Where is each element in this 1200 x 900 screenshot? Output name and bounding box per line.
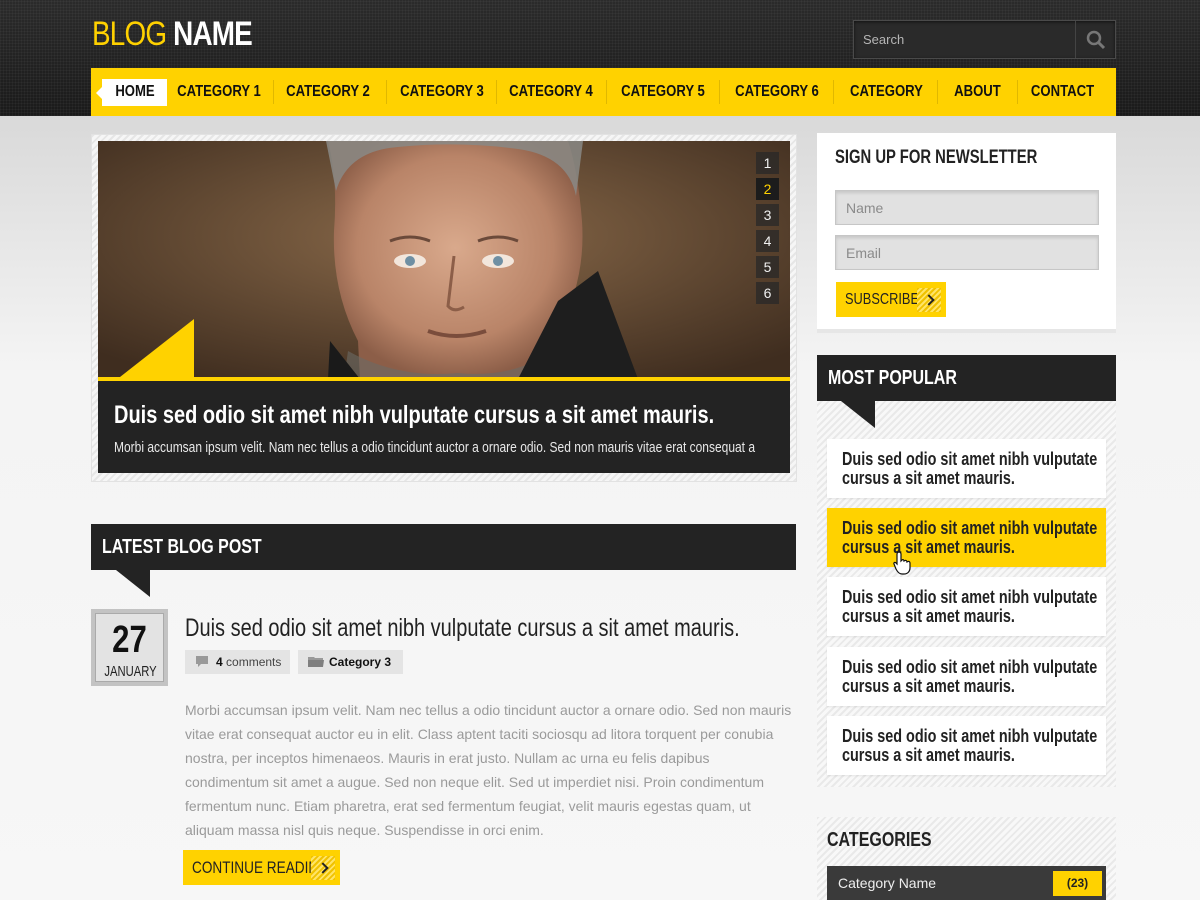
- chevron-right-icon: [917, 288, 941, 312]
- nav-item-home[interactable]: HOME: [102, 68, 167, 116]
- popular-item-title: Duis sed odio sit amet nibh vulputate cu…: [842, 587, 1098, 626]
- search-button[interactable]: [1075, 21, 1115, 58]
- popular-item[interactable]: Duis sed odio sit amet nibh vulputate cu…: [827, 439, 1106, 498]
- comments-label: comments: [226, 655, 282, 669]
- slide-caption-title[interactable]: Duis sed odio sit amet nibh vulputate cu…: [114, 401, 714, 430]
- main-nav: HOME CATEGORY 1 CATEGORY 2 CATEGORY 3 CA…: [91, 68, 1116, 116]
- category-row[interactable]: Category Name (23): [827, 866, 1106, 900]
- post-date-inner: 27 JANUARY: [95, 613, 164, 682]
- category-link[interactable]: Category 3: [298, 650, 403, 674]
- popular-item[interactable]: Duis sed odio sit amet nibh vulputate cu…: [827, 508, 1106, 567]
- search-input[interactable]: [854, 21, 1076, 58]
- header-pointer: [116, 570, 150, 597]
- nav-label: CATEGORY: [849, 83, 923, 100]
- newsletter-title: SIGN UP FOR NEWSLETTER: [835, 147, 1038, 168]
- nav-label: CONTACT: [1031, 83, 1095, 100]
- site-logo[interactable]: BLOG NAME: [92, 14, 253, 54]
- nav-item-category-2[interactable]: CATEGORY 2: [283, 68, 373, 116]
- popular-item-title: Duis sed odio sit amet nibh vulputate cu…: [842, 449, 1098, 488]
- nav-separator: [937, 80, 938, 104]
- nav-label: CATEGORY 3: [400, 83, 484, 100]
- nav-label: ABOUT: [953, 83, 1001, 100]
- newsletter-widget: SIGN UP FOR NEWSLETTER SUBSCRIBE: [817, 133, 1116, 333]
- nav-item-about[interactable]: ABOUT: [947, 68, 1007, 116]
- nav-item-category-6[interactable]: CATEGORY 6: [732, 68, 822, 116]
- categories-title: CATEGORIES: [827, 829, 932, 851]
- slider-page-1[interactable]: 1: [756, 152, 779, 174]
- nav-item-contact[interactable]: CONTACT: [1027, 68, 1099, 116]
- post-date: 27 JANUARY: [91, 609, 168, 686]
- comments-count: 4: [216, 655, 223, 669]
- most-popular-title: MOST POPULAR: [828, 367, 957, 389]
- nav-item-category-1[interactable]: CATEGORY 1: [175, 68, 262, 116]
- popular-item-title: Duis sed odio sit amet nibh vulputate cu…: [842, 726, 1098, 765]
- logo-blog-text: BLOG: [92, 15, 167, 53]
- nav-label: HOME: [114, 83, 155, 100]
- popular-item[interactable]: Duis sed odio sit amet nibh vulputate cu…: [827, 577, 1106, 636]
- nav-separator: [386, 80, 387, 104]
- slide-flag-decoration: [120, 319, 194, 377]
- nav-label: CATEGORY 6: [735, 83, 819, 100]
- folder-icon: [308, 657, 324, 667]
- nav-separator: [1017, 80, 1018, 104]
- slider-page-2[interactable]: 2: [756, 178, 779, 200]
- nav-label: CATEGORY 5: [621, 83, 705, 100]
- nav-item-category[interactable]: CATEGORY: [846, 68, 926, 116]
- nav-separator: [833, 80, 834, 104]
- email-field[interactable]: [835, 235, 1099, 270]
- logo-name-text: NAME: [173, 15, 253, 53]
- categories-widget: CATEGORIES Category Name (23): [817, 817, 1116, 900]
- nav-item-category-5[interactable]: CATEGORY 5: [618, 68, 708, 116]
- popular-item-title: Duis sed odio sit amet nibh vulputate cu…: [842, 518, 1098, 557]
- name-field[interactable]: [835, 190, 1099, 225]
- category-text: Category 3: [329, 650, 391, 674]
- popular-item[interactable]: Duis sed odio sit amet nibh vulputate cu…: [827, 647, 1106, 706]
- comment-icon: [196, 656, 208, 667]
- subscribe-button[interactable]: SUBSCRIBE: [836, 282, 946, 317]
- continue-reading-button[interactable]: CONTINUE READING: [183, 850, 340, 885]
- nav-item-category-3[interactable]: CATEGORY 3: [397, 68, 487, 116]
- post-excerpt: Morbi accumsan ipsum velit. Nam nec tell…: [185, 702, 792, 838]
- popular-item[interactable]: Duis sed odio sit amet nibh vulputate cu…: [827, 716, 1106, 775]
- latest-post-header: LATEST BLOG POST: [91, 524, 796, 570]
- nav-separator: [719, 80, 720, 104]
- continue-reading-label: CONTINUE READING: [192, 858, 329, 877]
- nav-separator: [496, 80, 497, 104]
- post-date-month: JANUARY: [104, 663, 157, 680]
- slider-page-3[interactable]: 3: [756, 204, 779, 226]
- nav-separator: [273, 80, 274, 104]
- search-icon: [1086, 30, 1106, 50]
- slide-image[interactable]: [98, 141, 790, 379]
- most-popular-header: MOST POPULAR: [817, 355, 1116, 401]
- latest-post-title: LATEST BLOG POST: [102, 536, 262, 558]
- popular-item-title: Duis sed odio sit amet nibh vulputate cu…: [842, 657, 1098, 696]
- post-date-day: 27: [112, 619, 147, 661]
- slider-page-6[interactable]: 6: [756, 282, 779, 304]
- nav-item-category-4[interactable]: CATEGORY 4: [506, 68, 596, 116]
- slider-page-4[interactable]: 4: [756, 230, 779, 252]
- comments-text: 4 comments: [216, 650, 281, 674]
- slider-page-5[interactable]: 5: [756, 256, 779, 278]
- category-count-badge: (23): [1053, 871, 1102, 896]
- portrait-photo: [98, 141, 790, 379]
- comments-link[interactable]: 4 comments: [185, 650, 290, 674]
- slide-caption: Duis sed odio sit amet nibh vulputate cu…: [98, 381, 790, 473]
- nav-separator: [606, 80, 607, 104]
- nav-label: CATEGORY 4: [509, 83, 593, 100]
- category-label: Category 3: [329, 655, 392, 669]
- nav-label: CATEGORY 1: [176, 83, 261, 100]
- subscribe-label: SUBSCRIBE: [845, 291, 919, 308]
- nav-label: CATEGORY 2: [286, 83, 370, 100]
- hand-cursor-icon: [893, 551, 911, 575]
- category-name: Category Name: [838, 875, 937, 891]
- chevron-right-icon: [311, 856, 335, 880]
- header-pointer: [841, 401, 875, 428]
- post-title[interactable]: Duis sed odio sit amet nibh vulputate cu…: [185, 614, 740, 643]
- slide-caption-text: Morbi accumsan ipsum velit. Nam nec tell…: [114, 439, 756, 456]
- search-box: [853, 20, 1116, 59]
